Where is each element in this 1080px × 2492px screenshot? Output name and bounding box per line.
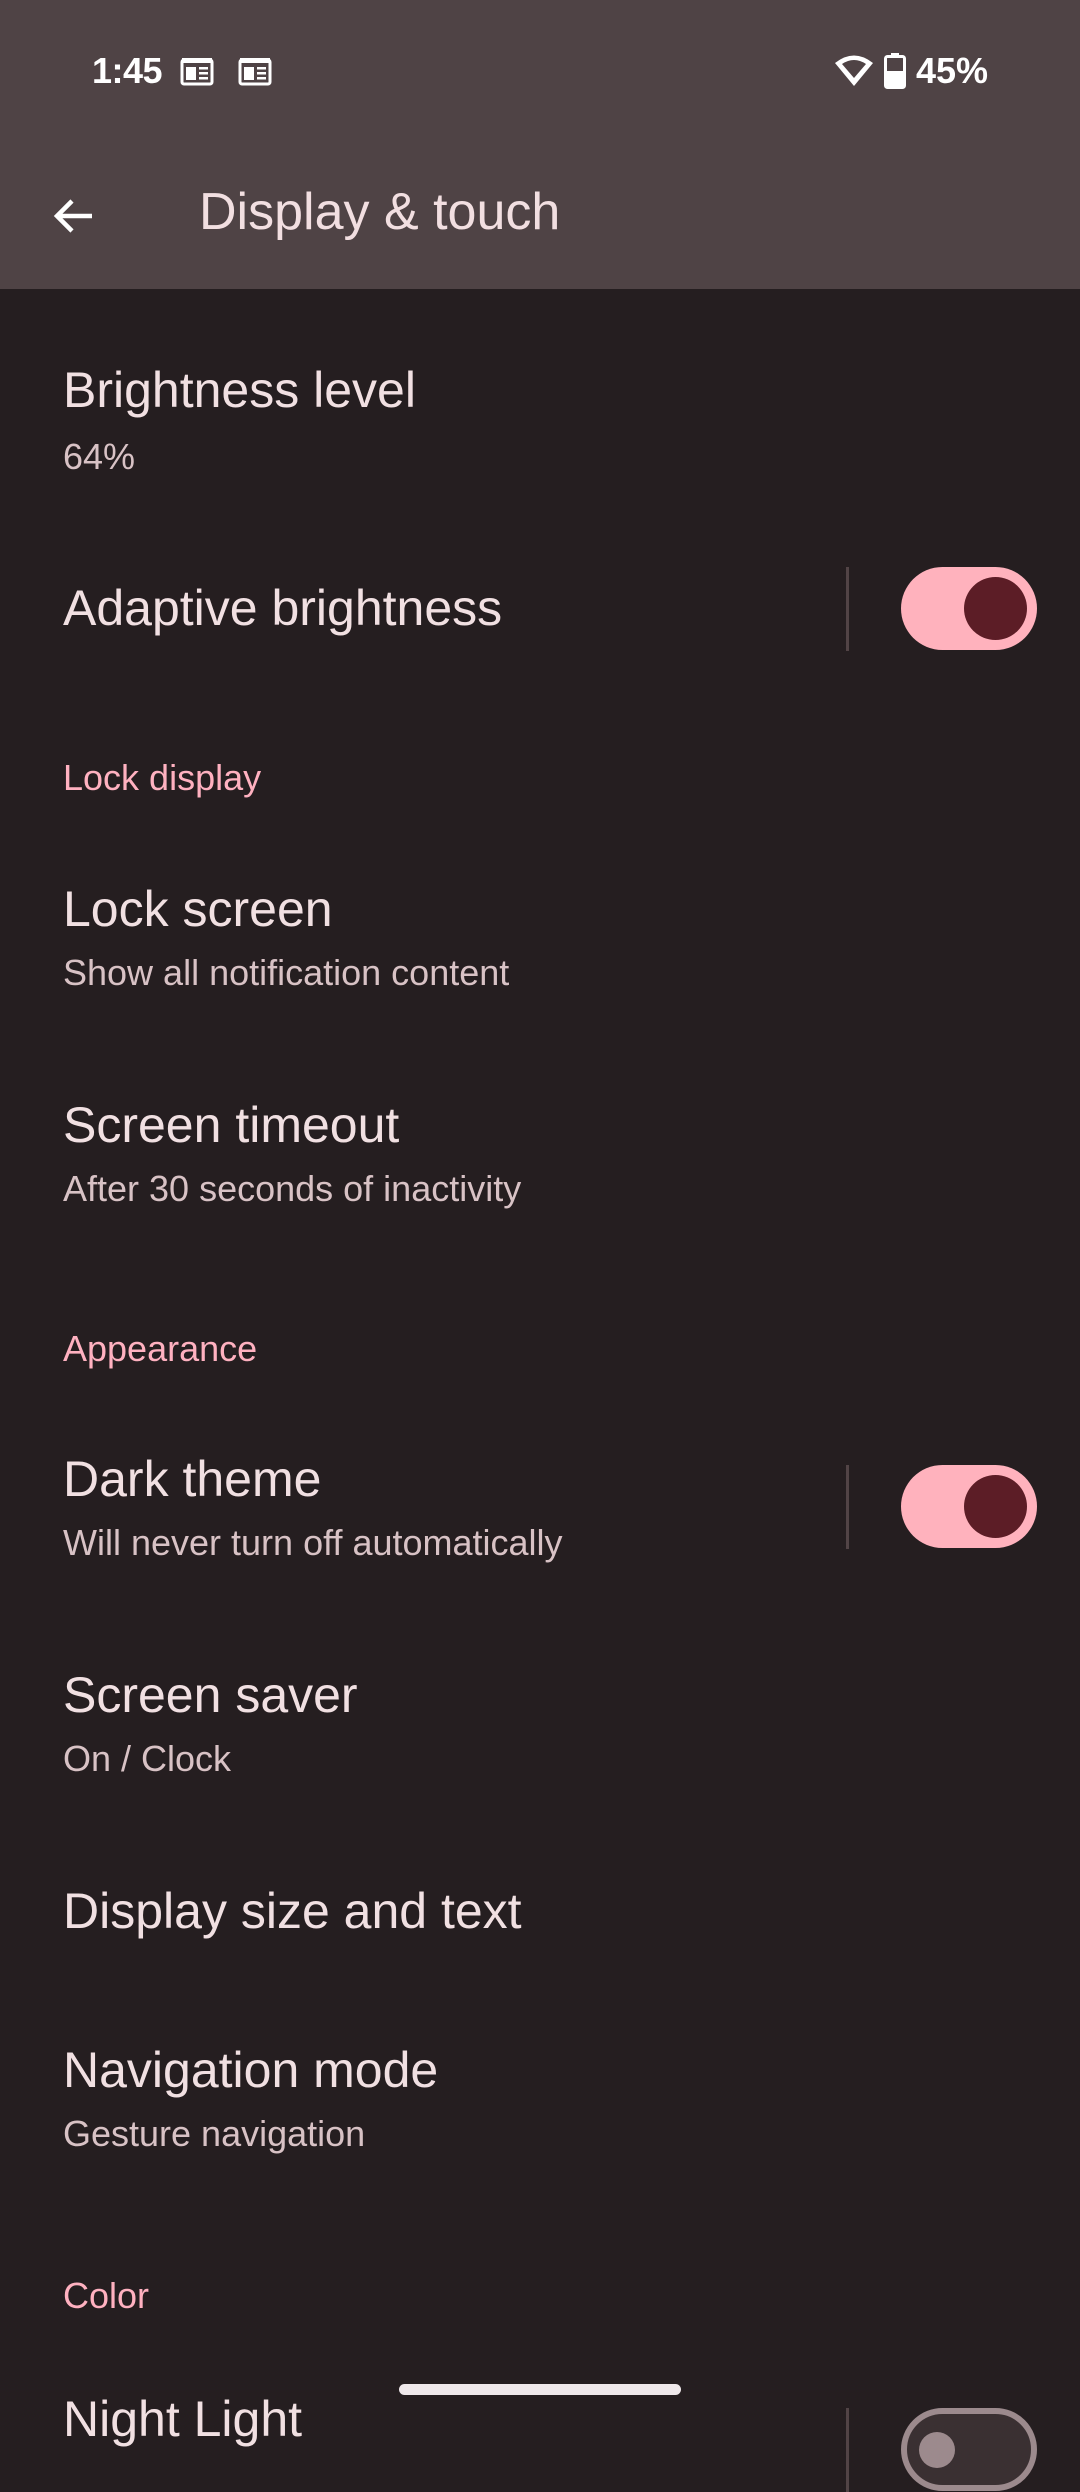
section-header-color: Color	[63, 2275, 150, 2316]
navigation-mode-item[interactable]: Navigation mode Gesture navigation	[0, 2005, 1080, 2220]
item-title: Brightness level	[63, 362, 416, 418]
item-title: Screen saver	[63, 1667, 358, 1723]
divider	[846, 2408, 849, 2492]
item-title: Navigation mode	[63, 2042, 439, 2098]
screen-saver-item[interactable]: Screen saver On / Clock	[0, 1625, 1080, 1840]
item-title: Lock screen	[63, 881, 333, 937]
night-light-toggle[interactable]	[901, 2408, 1037, 2491]
divider	[846, 1465, 849, 1549]
item-subtitle: Gesture navigation	[63, 2113, 366, 2154]
screen-timeout-item[interactable]: Screen timeout After 30 seconds of inact…	[0, 1055, 1080, 1270]
item-subtitle: After 30 seconds of inactivity	[63, 1168, 522, 1209]
battery-percent: 45%	[915, 50, 988, 91]
news-icon	[238, 58, 272, 86]
app-bar: 1:45 45% Display & touch	[0, 0, 1080, 289]
dark-theme-toggle[interactable]	[901, 1465, 1037, 1548]
arrow-back-icon[interactable]	[48, 190, 100, 242]
toggle-knob	[964, 577, 1027, 640]
gesture-nav-handle[interactable]	[399, 2384, 681, 2395]
item-title: Adaptive brightness	[63, 580, 503, 636]
toggle-knob	[964, 1475, 1027, 1538]
battery-icon	[883, 53, 906, 89]
item-title: Dark theme	[63, 1451, 322, 1507]
item-subtitle: 64%	[63, 436, 136, 477]
section-header-appearance: Appearance	[63, 1328, 258, 1369]
item-subtitle: Show all notification content	[63, 952, 510, 993]
status-right: 45%	[834, 50, 988, 92]
divider	[846, 567, 849, 651]
wifi-icon	[834, 55, 873, 86]
news-icon	[180, 58, 214, 86]
display-size-item[interactable]: Display size and text	[0, 1840, 1080, 2005]
item-subtitle: On / Clock	[63, 1738, 232, 1779]
item-subtitle: Will never turn off automatically	[63, 1522, 563, 1563]
item-title: Display size and text	[63, 1883, 522, 1939]
adaptive-brightness-item[interactable]: Adaptive brightness	[0, 501, 1080, 717]
toggle-knob	[919, 2432, 955, 2468]
dark-theme-item[interactable]: Dark theme Will never turn off automatic…	[0, 1410, 1080, 1625]
night-light-item[interactable]: Night Light	[0, 2360, 1080, 2492]
page-title: Display & touch	[199, 183, 561, 241]
section-header-lock-display: Lock display	[63, 757, 262, 798]
lock-screen-item[interactable]: Lock screen Show all notification conten…	[0, 840, 1080, 1055]
item-title: Night Light	[63, 2391, 303, 2447]
item-title: Screen timeout	[63, 1097, 400, 1153]
status-time: 1:45	[92, 50, 163, 91]
adaptive-brightness-toggle[interactable]	[901, 567, 1037, 650]
brightness-level-item[interactable]: Brightness level 64%	[0, 289, 1080, 501]
